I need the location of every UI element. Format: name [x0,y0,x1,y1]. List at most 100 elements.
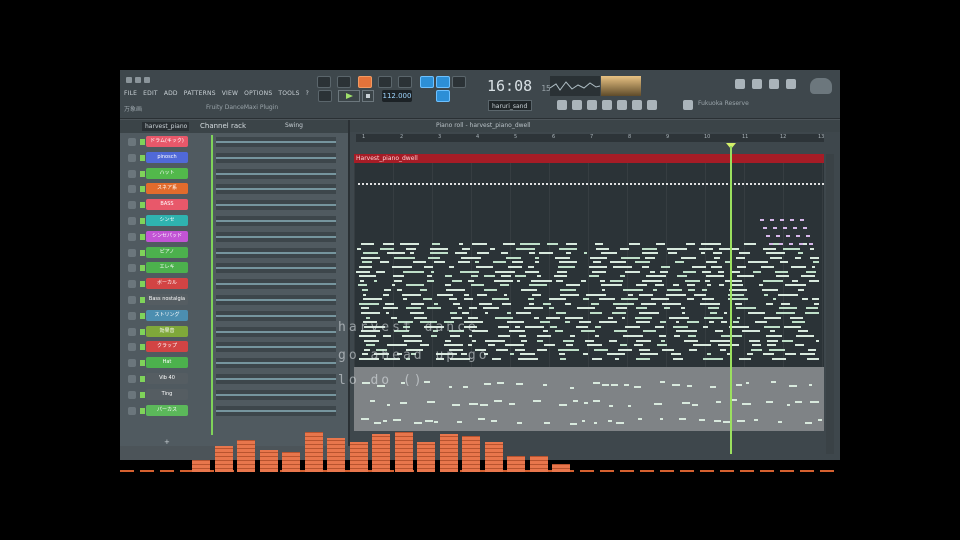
channel-row[interactable]: シンセパッド [120,230,348,244]
note-block[interactable] [723,312,727,314]
note-block[interactable] [431,270,435,273]
note-block[interactable] [358,284,368,287]
note-block[interactable] [516,279,521,282]
note-block[interactable] [589,312,603,314]
note-block[interactable] [359,335,376,337]
channel-name-button[interactable]: 効果音 [146,325,188,337]
note-block[interactable] [707,307,720,310]
velocity-note[interactable] [491,419,498,422]
note-block[interactable] [624,270,641,273]
note-block[interactable] [406,307,421,310]
note-block[interactable] [448,298,458,301]
note-block[interactable] [562,339,574,342]
note-block[interactable] [770,219,774,221]
note-block[interactable] [529,284,548,287]
note-block[interactable] [772,298,777,301]
velocity-note[interactable] [516,422,522,425]
note-block[interactable] [654,325,665,328]
velocity-note[interactable] [624,383,629,386]
note-block[interactable] [643,330,656,333]
tempo-display[interactable]: 112.000 [382,90,412,102]
pattern-song-toggle[interactable] [318,90,332,102]
help-icon[interactable] [786,79,796,89]
velocity-note[interactable] [584,401,589,404]
velocity-note[interactable] [659,418,664,421]
note-block[interactable] [807,358,819,360]
note-block[interactable] [468,307,477,310]
velocity-note[interactable] [609,404,613,407]
note-block[interactable] [485,339,505,342]
channel-name-button[interactable]: Vib 40 [146,373,188,384]
note-block[interactable] [729,325,750,328]
note-block[interactable] [751,344,762,347]
note-block[interactable] [636,307,647,310]
note-block[interactable] [360,256,381,259]
note-block[interactable] [540,321,550,324]
note-block[interactable] [812,298,819,301]
note-block[interactable] [494,279,513,282]
channel-mute-button[interactable] [128,153,136,162]
note-block[interactable] [676,321,680,324]
note-block[interactable] [444,284,452,287]
note-block[interactable] [735,302,743,305]
note-block[interactable] [528,298,534,301]
channel-select-led[interactable] [140,202,145,209]
velocity-note[interactable] [393,418,401,421]
note-block[interactable] [782,339,793,342]
note-block[interactable] [555,256,570,259]
channel-mute-button[interactable] [128,232,136,241]
note-block[interactable] [750,348,762,351]
channel-name-button[interactable]: Ting [146,388,188,400]
note-block[interactable] [361,261,373,264]
note-block[interactable] [645,256,655,259]
channel-mute-button[interactable] [128,327,136,336]
note-block[interactable] [608,339,617,342]
note-block[interactable] [548,298,567,301]
note-block[interactable] [688,289,696,291]
note-block[interactable] [646,275,667,278]
note-block[interactable] [707,353,711,356]
note-block[interactable] [403,298,407,301]
note-block[interactable] [531,293,542,296]
note-block[interactable] [536,348,547,351]
note-block[interactable] [691,266,706,268]
note-block[interactable] [373,279,377,282]
news-icon[interactable] [683,100,693,110]
channel-mute-button[interactable] [128,217,136,225]
note-block[interactable] [559,247,578,250]
velocity-note[interactable] [713,419,721,422]
menu-file[interactable]: FILE [124,90,137,100]
clip-bar[interactable]: Harvest_piano_dwell [354,154,824,163]
note-block[interactable] [479,302,493,305]
note-block[interactable] [429,252,448,255]
song-mode-button[interactable] [337,76,351,88]
note-block[interactable] [525,270,540,273]
channel-select-led[interactable] [140,233,145,240]
note-block[interactable] [509,353,514,356]
note-block[interactable] [761,266,775,268]
note-block[interactable] [635,339,652,342]
song-position-display[interactable]: 16:08 15 [487,77,551,95]
note-block[interactable] [520,289,537,291]
note-block[interactable] [525,325,544,328]
channel-mute-button[interactable] [128,375,136,383]
note-block[interactable] [534,256,539,259]
note-block[interactable] [497,325,510,328]
note-block[interactable] [676,275,687,278]
note-block[interactable] [590,302,599,305]
note-block[interactable] [747,312,765,314]
note-block[interactable] [607,316,614,319]
velocity-note[interactable] [687,384,693,387]
note-block[interactable] [500,275,512,278]
note-block[interactable] [752,270,762,273]
note-block[interactable] [515,275,527,278]
note-block[interactable] [495,270,515,273]
note-block[interactable] [376,270,385,273]
note-block[interactable] [588,275,600,278]
snap-icon[interactable] [420,76,434,88]
note-block[interactable] [719,284,724,287]
note-block[interactable] [628,293,633,296]
note-block[interactable] [550,325,558,328]
note-block[interactable] [403,270,424,273]
note-block[interactable] [423,266,433,268]
